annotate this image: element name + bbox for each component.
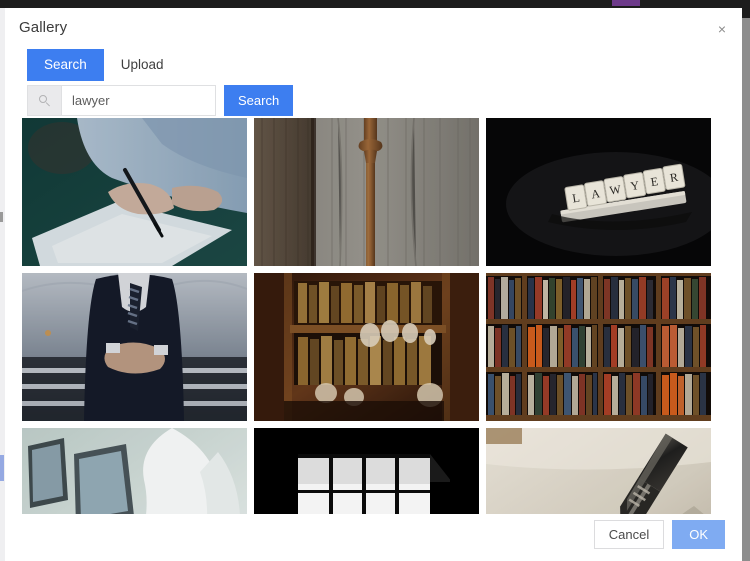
page-left-marker-secondary: [0, 455, 4, 481]
page-scrollbar[interactable]: [742, 0, 750, 561]
page-title: Gallery: [19, 19, 68, 36]
gallery-item-laptop-desk-meeting[interactable]: [22, 428, 247, 514]
magnifier-glyph: [39, 95, 50, 107]
search-icon: [27, 85, 61, 116]
search-button[interactable]: Search: [224, 85, 294, 116]
gallery-item-lawyer-signing-document[interactable]: [22, 118, 247, 266]
gallery-scroll-area[interactable]: L A W Y E R: [22, 118, 725, 514]
gallery-item-wooden-gavel-texture[interactable]: [254, 118, 479, 266]
search-input[interactable]: [61, 85, 216, 116]
modal-footer: Cancel OK: [593, 520, 725, 549]
page-scrollbar-cap: [742, 0, 750, 18]
ok-button[interactable]: OK: [672, 520, 725, 549]
tab-upload[interactable]: Upload: [104, 49, 181, 81]
cancel-button[interactable]: Cancel: [593, 520, 665, 549]
gallery-grid: L A W Y E R: [22, 118, 725, 514]
tab-bar: Search Upload: [27, 49, 181, 81]
gallery-item-businessman-in-suit[interactable]: [22, 273, 247, 421]
close-icon[interactable]: ×: [711, 18, 733, 40]
gallery-item-lawyer-scrabble-tiles[interactable]: L A W Y E R: [486, 118, 711, 266]
page-left-marker: [0, 212, 3, 222]
gallery-modal: Gallery × Search Upload Search: [5, 8, 742, 561]
search-input-group: [27, 85, 216, 116]
gallery-item-law-library-bookcase[interactable]: [254, 273, 479, 421]
gallery-item-colorful-bookshelf[interactable]: [486, 273, 711, 421]
tab-search[interactable]: Search: [27, 49, 104, 81]
screen: Gallery × Search Upload Search: [0, 0, 750, 561]
modal-header: Gallery ×: [5, 8, 742, 48]
search-row: Search: [27, 85, 294, 116]
gallery-item-silhouettes-at-window[interactable]: [254, 428, 479, 514]
backdrop-accent: [612, 0, 640, 6]
gallery-item-fountain-pen-on-paper[interactable]: [486, 428, 711, 514]
page-backdrop: [0, 0, 750, 8]
